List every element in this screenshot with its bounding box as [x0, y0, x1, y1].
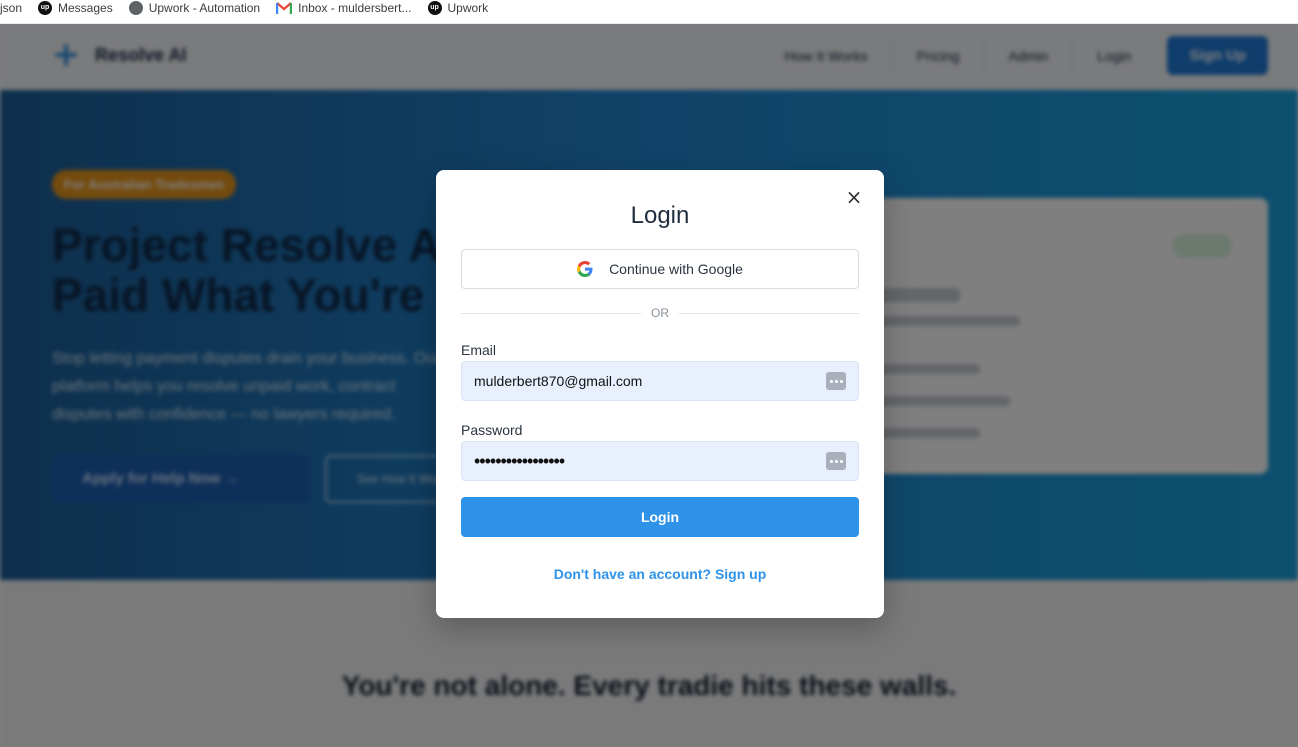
- globe-icon: [128, 0, 143, 15]
- email-field[interactable]: [474, 373, 826, 389]
- password-manager-icon[interactable]: [826, 452, 846, 470]
- bookmark-label: json: [0, 0, 23, 15]
- bookmark-label: Messages: [58, 0, 113, 15]
- bookmarks-bar: json up Messages Upwork - Automation Inb…: [0, 0, 1298, 24]
- password-label: Password: [461, 422, 523, 438]
- continue-with-google-button[interactable]: Continue with Google: [461, 249, 859, 289]
- or-divider: OR: [461, 305, 859, 321]
- email-label: Email: [461, 342, 497, 358]
- bookmark-upwork[interactable]: up Upwork: [427, 0, 489, 17]
- bookmark-label: Inbox - muldersbert...: [298, 0, 412, 15]
- login-button[interactable]: Login: [461, 497, 859, 537]
- password-field-wrapper: [461, 441, 859, 481]
- google-button-label: Continue with Google: [609, 261, 743, 277]
- bookmark-upwork-automation[interactable]: Upwork - Automation: [128, 0, 261, 17]
- google-icon: [577, 261, 593, 277]
- divider-text: OR: [651, 306, 669, 320]
- bookmark-label: Upwork: [447, 0, 489, 15]
- login-modal: × Login Continue with Google OR Email Pa…: [436, 170, 884, 618]
- bookmark-json[interactable]: json: [0, 0, 22, 17]
- gmail-icon: [276, 1, 293, 14]
- signup-link[interactable]: Don't have an account? Sign up: [436, 566, 884, 582]
- password-field[interactable]: [474, 450, 826, 472]
- modal-title: Login: [630, 202, 690, 229]
- bookmark-label: Upwork - Automation: [148, 0, 261, 15]
- email-field-wrapper: [461, 361, 859, 401]
- upwork-icon: up: [427, 0, 442, 15]
- bookmark-gmail-inbox[interactable]: Inbox - muldersbert...: [276, 0, 412, 17]
- password-manager-icon[interactable]: [826, 372, 846, 390]
- bookmark-messages[interactable]: up Messages: [38, 0, 113, 17]
- divider-line: [461, 312, 641, 314]
- upwork-icon: up: [38, 0, 53, 15]
- divider-line: [679, 312, 859, 314]
